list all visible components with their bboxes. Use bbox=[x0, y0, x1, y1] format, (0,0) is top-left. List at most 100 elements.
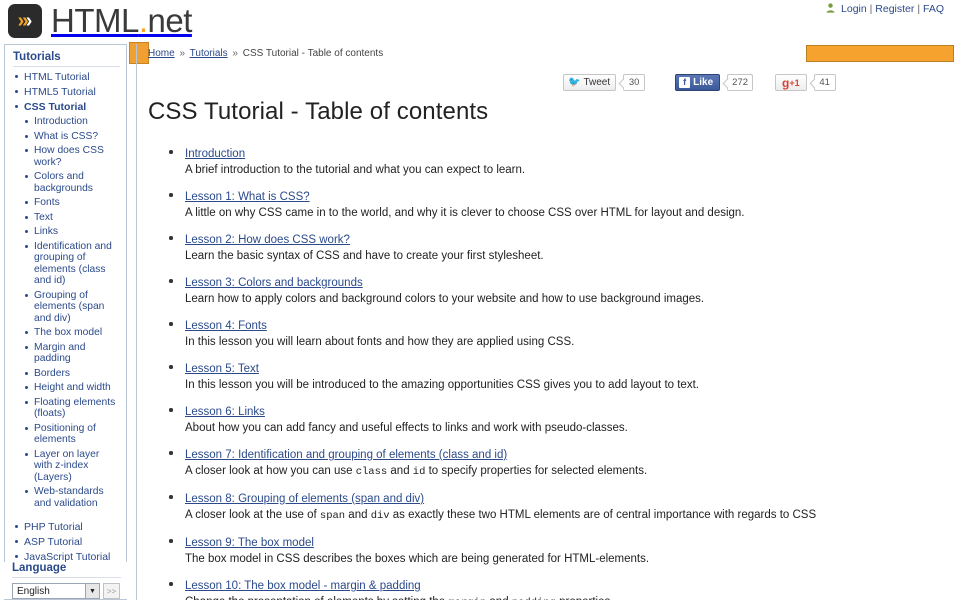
sidebar-sublink[interactable]: Floating elements (floats) bbox=[34, 397, 115, 420]
site-logo[interactable]: » › HTML.net bbox=[8, 2, 192, 40]
toc-entry-link[interactable]: Lesson 7: Identification and grouping of… bbox=[185, 449, 507, 461]
toc-entry: Lesson 9: The box model The box model in … bbox=[169, 533, 848, 566]
breadcrumb-home[interactable]: Home bbox=[148, 48, 175, 59]
toc-desc-code-1: class bbox=[355, 466, 388, 478]
facebook-like-count[interactable]: 272 bbox=[727, 74, 754, 91]
sidebar-sublink[interactable]: Positioning of elements bbox=[34, 423, 96, 446]
facebook-like-button[interactable]: f Like bbox=[675, 74, 721, 91]
account-separator-1: | bbox=[869, 3, 873, 15]
tweet-button[interactable]: 🐦 Tweet bbox=[563, 74, 617, 91]
toc-entry-link[interactable]: Lesson 6: Links bbox=[185, 406, 265, 418]
login-link[interactable]: Login bbox=[841, 3, 867, 15]
toc-entry-description: Learn the basic syntax of CSS and have t… bbox=[185, 249, 848, 263]
language-heading: Language bbox=[12, 562, 121, 578]
toc-entry: Introduction A brief introduction to the … bbox=[169, 144, 848, 177]
toc-entry-description: The box model in CSS describes the boxes… bbox=[185, 552, 848, 566]
sidebar-sublink[interactable]: Text bbox=[34, 212, 53, 223]
sidebar-item-php-tutorial: PHP Tutorial bbox=[13, 521, 120, 533]
toc-desc-pre: In this lesson you will be introduced to… bbox=[185, 379, 699, 391]
google-plus-one-label: +1 bbox=[789, 77, 800, 88]
sidebar-link[interactable]: CSS Tutorial bbox=[24, 101, 86, 113]
sidebar-sublink[interactable]: Introduction bbox=[34, 116, 88, 127]
sidebar-sublink[interactable]: What is CSS? bbox=[34, 131, 98, 142]
logo-text-main: HTML bbox=[51, 2, 139, 39]
facebook-share-group: f Like 272 bbox=[675, 74, 754, 91]
tweet-count[interactable]: 30 bbox=[623, 74, 646, 91]
sidebar-sublink[interactable]: Height and width bbox=[34, 382, 111, 393]
register-link[interactable]: Register bbox=[875, 3, 914, 15]
toc-entry-description: A brief introduction to the tutorial and… bbox=[185, 163, 848, 177]
sidebar-sublink[interactable]: Grouping of elements (span and div) bbox=[34, 290, 104, 324]
sidebar-sublink[interactable]: Margin and padding bbox=[34, 342, 86, 365]
toc-entry-link[interactable]: Lesson 1: What is CSS? bbox=[185, 191, 310, 203]
toc-desc-post: to specify properties for selected eleme… bbox=[425, 465, 648, 477]
sidebar-item-html-tutorial: HTML Tutorial bbox=[13, 71, 120, 83]
table-of-contents-list: Introduction A brief introduction to the … bbox=[148, 144, 848, 600]
sidebar-sublink[interactable]: Colors and backgrounds bbox=[34, 171, 93, 194]
faq-link[interactable]: FAQ bbox=[923, 3, 944, 15]
toc-entry-link[interactable]: Lesson 4: Fonts bbox=[185, 320, 267, 332]
toc-entry-link[interactable]: Lesson 8: Grouping of elements (span and… bbox=[185, 493, 424, 505]
sidebar-link[interactable]: HTML5 Tutorial bbox=[24, 86, 96, 98]
googleplus-share-group: g +1 41 bbox=[775, 74, 836, 91]
language-go-button[interactable]: >> bbox=[103, 583, 120, 599]
sidebar-link[interactable]: HTML Tutorial bbox=[24, 71, 90, 83]
account-separator-2: | bbox=[917, 3, 921, 15]
sidebar-sublink[interactable]: Fonts bbox=[34, 197, 60, 208]
sidebar-subitem: Floating elements (floats) bbox=[24, 397, 120, 420]
toc-entry-link[interactable]: Lesson 5: Text bbox=[185, 363, 259, 375]
toc-desc-pre: About how you can add fancy and useful e… bbox=[185, 422, 628, 434]
toc-entry-description: Change the presentation of elements by s… bbox=[185, 595, 848, 600]
account-links: Login | Register | FAQ bbox=[826, 3, 944, 16]
toc-entry-link[interactable]: Introduction bbox=[185, 148, 245, 160]
sidebar-subitem: Fonts bbox=[24, 197, 120, 209]
sidebar: Tutorials HTML Tutorial HTML5 Tutorial CSS… bbox=[4, 44, 127, 600]
sidebar-sublink[interactable]: Links bbox=[34, 226, 58, 237]
toc-desc-pre: A brief introduction to the tutorial and… bbox=[185, 164, 526, 176]
sidebar-sublink[interactable]: Layer on layer with z-index (Layers) bbox=[34, 449, 99, 483]
sidebar-link[interactable]: ASP Tutorial bbox=[24, 536, 82, 548]
language-select[interactable]: English ▼ bbox=[12, 583, 100, 599]
sidebar-subitem: Borders bbox=[24, 368, 120, 380]
sidebar-subitem: How does CSS work? bbox=[24, 145, 120, 168]
sidebar-subitem: Height and width bbox=[24, 382, 120, 394]
toc-entry-link[interactable]: Lesson 9: The box model bbox=[185, 537, 314, 549]
sidebar-subitem: Margin and padding bbox=[24, 342, 120, 365]
toc-entry-description: About how you can add fancy and useful e… bbox=[185, 421, 848, 435]
toc-desc-mid: and bbox=[387, 465, 413, 477]
page-root: » › HTML.net Login | Register | FAQ Home … bbox=[0, 0, 954, 600]
sidebar-sublink[interactable]: How does CSS work? bbox=[34, 145, 104, 168]
toc-entry-description: A little on why CSS came in to the world… bbox=[185, 206, 848, 220]
orange-accent-block bbox=[129, 42, 149, 64]
sidebar-nav: HTML Tutorial HTML5 Tutorial CSS Tutorial I… bbox=[13, 71, 120, 563]
breadcrumb: Home » Tutorials » CSS Tutorial - Table … bbox=[148, 48, 383, 59]
sidebar-sublink[interactable]: The box model bbox=[34, 327, 102, 338]
toc-entry-link[interactable]: Lesson 2: How does CSS work? bbox=[185, 234, 350, 246]
sidebar-subnav: Introduction What is CSS? How does CSS wor… bbox=[24, 116, 120, 509]
google-plus-count[interactable]: 41 bbox=[813, 74, 836, 91]
sidebar-item-asp-tutorial: ASP Tutorial bbox=[13, 536, 120, 548]
ad-banner[interactable] bbox=[806, 45, 954, 62]
sidebar-subitem: Web-standards and validation bbox=[24, 486, 120, 509]
sidebar-link[interactable]: PHP Tutorial bbox=[24, 521, 83, 533]
google-plus-one-button[interactable]: g +1 bbox=[775, 74, 807, 91]
toc-entry-link[interactable]: Lesson 10: The box model - margin & padd… bbox=[185, 580, 421, 592]
main-content: CSS Tutorial - Table of contents Introdu… bbox=[148, 98, 848, 600]
sidebar-sublink[interactable]: Web-standards and validation bbox=[34, 486, 104, 509]
sidebar-divider bbox=[136, 44, 137, 600]
toc-desc-mid: and bbox=[486, 596, 512, 600]
breadcrumb-tutorials[interactable]: Tutorials bbox=[190, 48, 228, 59]
sidebar-sublink[interactable]: Borders bbox=[34, 368, 70, 379]
sidebar-sublink[interactable]: Identification and grouping of elements … bbox=[34, 241, 112, 287]
tweet-button-label: Tweet bbox=[583, 77, 611, 88]
toc-entry: Lesson 5: Text In this lesson you will be… bbox=[169, 359, 848, 392]
toc-desc-pre: A closer look at the use of bbox=[185, 509, 320, 521]
logo-text-tld: net bbox=[147, 2, 193, 39]
sidebar-subitem: Links bbox=[24, 226, 120, 238]
toc-desc-pre: A little on why CSS came in to the world… bbox=[185, 207, 745, 219]
toc-entry-description: In this lesson you will be introduced to… bbox=[185, 378, 848, 392]
language-selected-value: English bbox=[17, 585, 50, 597]
toc-entry-link[interactable]: Lesson 3: Colors and backgrounds bbox=[185, 277, 363, 289]
page-title: CSS Tutorial - Table of contents bbox=[148, 98, 489, 125]
